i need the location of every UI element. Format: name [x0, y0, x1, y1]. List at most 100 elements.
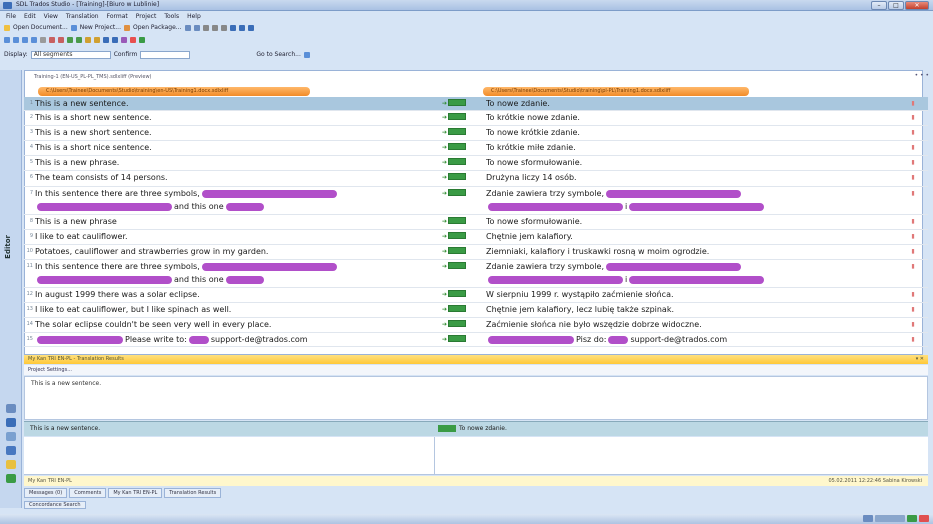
- inline-tag[interactable]: [606, 262, 741, 271]
- inline-tag[interactable]: [608, 335, 629, 344]
- menu-edit[interactable]: Edit: [24, 12, 36, 22]
- inline-tag[interactable]: [488, 275, 623, 284]
- tab-comments[interactable]: Comments: [69, 488, 107, 498]
- target-text[interactable]: To nowe sformułowanie.: [486, 156, 898, 170]
- inline-tag[interactable]: [606, 189, 741, 198]
- source-text[interactable]: This is a new phrase.: [34, 156, 440, 170]
- tab-concordance[interactable]: Concordance Search: [24, 501, 86, 509]
- network-icon[interactable]: [907, 515, 917, 522]
- segment-row[interactable]: 9 I like to eat cauliflower. ➔ Chętnie j…: [24, 230, 928, 245]
- target-text[interactable]: Zdanie zawiera trzy symbole, i: [486, 187, 898, 214]
- target-text[interactable]: Drużyna liczy 14 osób.: [486, 171, 898, 186]
- inline-tag[interactable]: [225, 275, 264, 284]
- target-text[interactable]: Zdanie zawiera trzy symbole, i: [486, 260, 898, 287]
- segment-row[interactable]: 6 The team consists of 14 persons. ➔ Dru…: [24, 171, 928, 187]
- inline-tag[interactable]: [488, 335, 574, 344]
- qa-icon[interactable]: [94, 36, 100, 43]
- tab-messages[interactable]: Messages (0): [24, 488, 68, 498]
- search-icon[interactable]: [303, 51, 310, 58]
- menu-file[interactable]: File: [6, 12, 16, 22]
- doc-options-icon[interactable]: • • •: [915, 72, 929, 79]
- menu-help[interactable]: Help: [187, 12, 201, 22]
- target-text[interactable]: Pisz do: support-de@trados.com: [486, 333, 898, 346]
- open-document-button[interactable]: Open Document...: [13, 24, 68, 31]
- segment-row[interactable]: 1 This is a new sentence. ➔ To nowe zdan…: [24, 97, 928, 111]
- source-text[interactable]: The solar eclipse couldn't be seen very …: [34, 318, 440, 332]
- editor-view-tab[interactable]: Editor: [4, 235, 12, 259]
- segment-row[interactable]: 10 Potatoes, cauliflower and strawberrie…: [24, 245, 928, 260]
- tm-result-row[interactable]: This is a new sentence. To nowe zdanie.: [24, 421, 928, 436]
- confirm-select[interactable]: [140, 50, 191, 59]
- segment-row[interactable]: 11 In this sentence there are three symb…: [24, 260, 928, 288]
- menu-project[interactable]: Project: [136, 12, 157, 22]
- segment-row[interactable]: 5 This is a new phrase. ➔ To nowe sformu…: [24, 156, 928, 171]
- open-icon[interactable]: [4, 24, 10, 31]
- nav-prev-icon[interactable]: [13, 36, 19, 43]
- package-icon[interactable]: [124, 24, 130, 31]
- segment-row[interactable]: 15 Please write to: support-de@trados.com…: [24, 333, 928, 347]
- copy-icon[interactable]: [211, 24, 218, 31]
- source-text[interactable]: Potatoes, cauliflower and strawberries g…: [34, 245, 440, 259]
- nav-next-icon[interactable]: [22, 36, 28, 43]
- play-icon[interactable]: [139, 36, 145, 43]
- source-text[interactable]: I like to eat cauliflower.: [34, 230, 440, 244]
- menu-tools[interactable]: Tools: [164, 12, 179, 22]
- spellcheck-icon[interactable]: [85, 36, 91, 43]
- source-text[interactable]: This is a short nice sentence.: [34, 141, 440, 155]
- menu-translation[interactable]: Translation: [66, 12, 99, 22]
- source-text[interactable]: The team consists of 14 persons.: [34, 171, 440, 186]
- source-text[interactable]: This is a new phrase: [34, 215, 440, 229]
- segment-row[interactable]: 12 In august 1999 there was a solar ecli…: [24, 288, 928, 303]
- close-button[interactable]: ✕: [905, 1, 929, 10]
- target-text[interactable]: Chętnie jem kalafiory.: [486, 230, 898, 244]
- replace-icon[interactable]: [112, 36, 118, 43]
- source-text[interactable]: I like to eat cauliflower, but I like sp…: [34, 303, 440, 317]
- minimize-button[interactable]: –: [871, 1, 887, 10]
- segment-row[interactable]: 8 This is a new phrase ➔ To nowe sformuł…: [24, 215, 928, 230]
- menu-format[interactable]: Format: [107, 12, 128, 22]
- flag-icon[interactable]: [919, 515, 929, 522]
- source-text[interactable]: In this sentence there are three symbols…: [34, 187, 440, 214]
- nav-last-icon[interactable]: [31, 36, 37, 43]
- source-text[interactable]: This is a new short sentence.: [34, 126, 440, 140]
- tray-icons[interactable]: [875, 515, 905, 522]
- inline-tag[interactable]: [629, 275, 765, 284]
- maximize-button[interactable]: □: [888, 1, 904, 10]
- open-package-button[interactable]: Open Package...: [133, 24, 182, 31]
- source-text[interactable]: In this sentence there are three symbols…: [34, 260, 440, 287]
- project-settings-link[interactable]: Project Settings...: [28, 367, 72, 373]
- inline-tag[interactable]: [37, 335, 123, 344]
- ruler-icon[interactable]: [40, 36, 46, 43]
- reports-icon[interactable]: [6, 432, 16, 441]
- concordance-icon[interactable]: [121, 36, 127, 43]
- inline-tag[interactable]: [188, 335, 209, 344]
- inline-tag[interactable]: [201, 189, 337, 198]
- underline-icon[interactable]: [247, 24, 254, 31]
- segment-row[interactable]: 2 This is a short new sentence. ➔ To kró…: [24, 111, 928, 126]
- target-text[interactable]: Chętnie jem kalafiory, lecz lubię także …: [486, 303, 898, 317]
- tab-termbase[interactable]: My Kan TRI EN-PL: [108, 488, 163, 498]
- document-tab[interactable]: Training-1 (EN-US_PL-PL_TMS).sdlxliff (P…: [34, 74, 152, 80]
- search-link[interactable]: Go to Search...: [256, 51, 301, 58]
- tag-icon[interactable]: [49, 36, 55, 43]
- cut-icon[interactable]: [202, 24, 209, 31]
- redo-icon[interactable]: [193, 24, 200, 31]
- segment-row[interactable]: 3 This is a new short sentence. ➔ To now…: [24, 126, 928, 141]
- target-text[interactable]: Ziemniaki, kalafiory i truskawki rosną w…: [486, 245, 898, 259]
- stop-icon[interactable]: [130, 36, 136, 43]
- find-icon[interactable]: [103, 36, 109, 43]
- termbase-icon[interactable]: [6, 474, 16, 483]
- inline-tag[interactable]: [37, 202, 172, 211]
- new-project-icon[interactable]: [70, 24, 77, 31]
- bold-icon[interactable]: [229, 24, 236, 31]
- menu-view[interactable]: View: [44, 12, 58, 22]
- target-text[interactable]: To krótkie miłe zdanie.: [486, 141, 898, 155]
- source-text[interactable]: This is a short new sentence.: [34, 111, 440, 125]
- lang-icon[interactable]: [863, 515, 873, 522]
- tab-translation-results[interactable]: Translation Results: [164, 488, 222, 498]
- segment-row[interactable]: 13 I like to eat cauliflower, but I like…: [24, 303, 928, 318]
- projects-icon[interactable]: [6, 404, 16, 413]
- segment-row[interactable]: 4 This is a short nice sentence. ➔ To kr…: [24, 141, 928, 156]
- target-text[interactable]: To krótkie nowe zdanie.: [486, 111, 898, 125]
- tm-icon[interactable]: [6, 460, 16, 469]
